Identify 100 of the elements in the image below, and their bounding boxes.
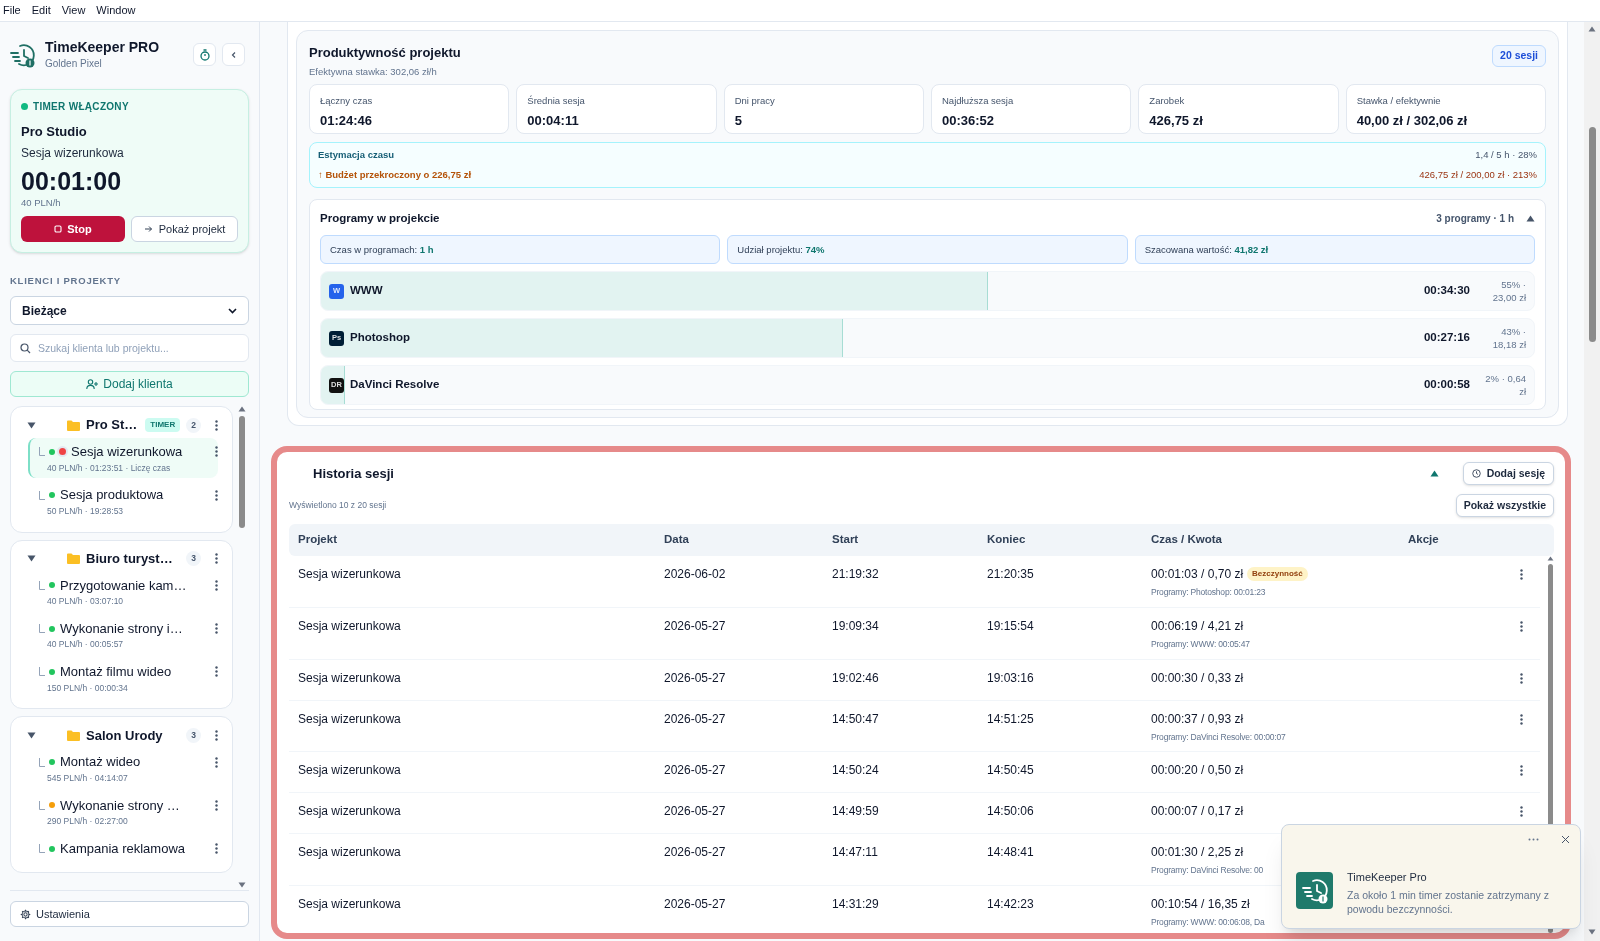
project-name: Kampania reklamowa: [60, 839, 185, 858]
kebab-menu-icon[interactable]: [1520, 569, 1523, 580]
table-cell-text: 2026-05-27: [663, 710, 727, 728]
table-cell-text: 2026-05-27: [663, 762, 727, 780]
kebab-menu-icon[interactable]: [215, 553, 218, 564]
project-item[interactable]: Montaż filmu wideo 150 PLN/h · 00:00:34: [28, 658, 218, 699]
table-cell-text: 2026-05-27: [663, 896, 727, 913]
kebab-menu-icon[interactable]: [215, 799, 218, 811]
kebab-menu-icon[interactable]: [1520, 713, 1523, 725]
kebab-menu-icon[interactable]: [215, 666, 218, 678]
programs-note: Programy: Photoshop: 00:01:23: [1151, 586, 1267, 599]
stop-button[interactable]: Stop: [21, 215, 125, 242]
show-project-button[interactable]: Pokaż projekt: [131, 215, 238, 242]
more-icon[interactable]: [1528, 838, 1539, 841]
menu-item[interactable]: View: [61, 2, 86, 19]
card-subtitle: Efektywna stawka: 302,06 zł/h: [309, 64, 438, 79]
program-time: 00:34:30: [1423, 283, 1470, 299]
table-cell-text: 00:06:19 / 4,21 zł: [1151, 617, 1244, 635]
table-cell-text: 00:00:20 / 0,50 zł: [1151, 762, 1244, 780]
tree-branch-icon: [39, 844, 45, 853]
project-item[interactable]: Montaż wideo 545 PLN/h · 04:14:07: [28, 748, 218, 789]
project-meta: 290 PLN/h · 02:27:00: [47, 815, 129, 828]
project-item[interactable]: Sesja produktowa 50 PLN/h · 19:28:53: [28, 481, 218, 522]
stopwatch-button[interactable]: [193, 43, 216, 66]
project-item[interactable]: Przygotowanie kam… 40 PLN/h · 03:07:10: [28, 571, 218, 612]
scroll-down-icon[interactable]: [238, 882, 246, 888]
section-title: KLIENCI I PROJEKTY: [10, 273, 122, 288]
table-cell-text: 2026-06-02: [663, 566, 727, 583]
project-meta: 40 PLN/h · 00:05:57: [47, 638, 125, 651]
timer-client: Pro Studio: [21, 123, 88, 141]
project-name: Sesja produktowa: [60, 486, 164, 505]
table-cell-text: 00:00:30 / 0,33 zł: [1151, 669, 1244, 687]
project-item[interactable]: Wykonanie strony i… 40 PLN/h · 00:05:57: [28, 614, 218, 655]
kebab-menu-icon[interactable]: [215, 843, 218, 854]
app-subtitle: Golden Pixel: [45, 57, 103, 71]
project-item[interactable]: Wykonanie strony … 290 PLN/h · 02:27:00: [28, 791, 218, 832]
table-cell-text: Sesja wizerunkowa: [297, 617, 402, 635]
settings-button[interactable]: Ustawienia: [10, 901, 249, 927]
toast-title: TimeKeeper Pro: [1347, 870, 1428, 885]
folder-icon: [67, 729, 80, 741]
client-name[interactable]: Biuro turyst…: [86, 548, 173, 569]
caret-icon[interactable]: [27, 421, 36, 429]
history-title: Historia sesji: [313, 464, 394, 483]
stat-value: 5: [734, 112, 743, 130]
kebab-menu-icon[interactable]: [215, 623, 218, 634]
project-name: Przygotowanie kam…: [60, 576, 187, 595]
caret-icon[interactable]: [27, 731, 36, 739]
project-meta: 40 PLN/h · 01:23:51 · Liczę czas: [47, 461, 172, 475]
client-name[interactable]: Salon Urody: [86, 725, 163, 745]
add-session-button[interactable]: Dodaj sesję: [1462, 462, 1554, 485]
table-cell-text: 00:01:03 / 0,70 zł: [1151, 566, 1244, 583]
table-cell-text: 14:47:11: [831, 844, 879, 862]
kebab-menu-icon[interactable]: [215, 579, 218, 591]
kebab-menu-icon[interactable]: [215, 489, 218, 501]
kebab-menu-icon[interactable]: [1520, 765, 1523, 777]
search-field[interactable]: Szukaj klienta lub projektu...: [10, 334, 249, 362]
filter-dropdown[interactable]: Bieżące: [10, 296, 249, 325]
kebab-menu-icon[interactable]: [215, 419, 218, 431]
stat-label: Średnia sesja: [527, 93, 586, 108]
column-header: Start: [831, 532, 860, 548]
caret-icon[interactable]: [27, 555, 36, 562]
project-item[interactable]: Kampania reklamowa: [28, 834, 218, 863]
scrollbar-thumb[interactable]: [239, 416, 245, 528]
programs-note: Programy: WWW: 00:06:08, Da: [1151, 916, 1266, 929]
show-all-button[interactable]: Pokaż wszystkie: [1455, 494, 1554, 517]
menu-item[interactable]: File: [3, 2, 21, 19]
table-cell-text: Sesja wizerunkowa: [297, 669, 402, 687]
table-cell-text: 14:48:41: [986, 844, 1035, 862]
tree-branch-icon: [39, 490, 45, 500]
kebab-menu-icon[interactable]: [1520, 672, 1523, 684]
menu-item[interactable]: Window: [96, 2, 136, 19]
collapse-triangle-icon[interactable]: [1429, 470, 1439, 477]
scroll-up-icon[interactable]: [238, 406, 246, 412]
project-meta: 150 PLN/h · 00:00:34: [47, 681, 129, 695]
client-name[interactable]: Pro St…: [86, 415, 138, 435]
tree-branch-icon: [39, 667, 45, 677]
column-header: Projekt: [297, 532, 338, 548]
table-cell-text: Sesja wizerunkowa: [297, 710, 402, 728]
table-cell-text: 14:50:45: [986, 762, 1035, 780]
table-cell-text: 2026-05-27: [663, 669, 727, 687]
menu-item[interactable]: Edit: [31, 2, 51, 19]
timer-status: TIMER WŁĄCZONY: [33, 100, 129, 114]
kebab-menu-icon[interactable]: [1520, 806, 1523, 818]
scroll-down-icon[interactable]: [1588, 929, 1596, 935]
tree-branch-icon: [39, 580, 45, 590]
scrollbar-thumb[interactable]: [1588, 127, 1596, 342]
page-scrollbar[interactable]: [1584, 22, 1600, 941]
search-icon: [20, 343, 31, 354]
scroll-up-icon[interactable]: [1588, 26, 1596, 32]
kebab-menu-icon[interactable]: [215, 446, 218, 458]
kebab-menu-icon[interactable]: [1520, 620, 1523, 632]
add-client-button[interactable]: Dodaj klienta: [10, 371, 249, 397]
table-cell-text: Sesja wizerunkowa: [297, 566, 402, 583]
collapse-triangle-icon[interactable]: [1526, 214, 1535, 222]
kebab-menu-icon[interactable]: [215, 729, 218, 741]
stat-label: Zarobek: [1149, 93, 1186, 108]
close-icon[interactable]: [1561, 835, 1570, 844]
table-cell-text: 00:00:37 / 0,93 zł: [1151, 710, 1244, 728]
kebab-menu-icon[interactable]: [215, 756, 218, 768]
project-item[interactable]: Sesja wizerunkowa 40 PLN/h · 01:23:51 · Liczę czas: [28, 438, 218, 479]
